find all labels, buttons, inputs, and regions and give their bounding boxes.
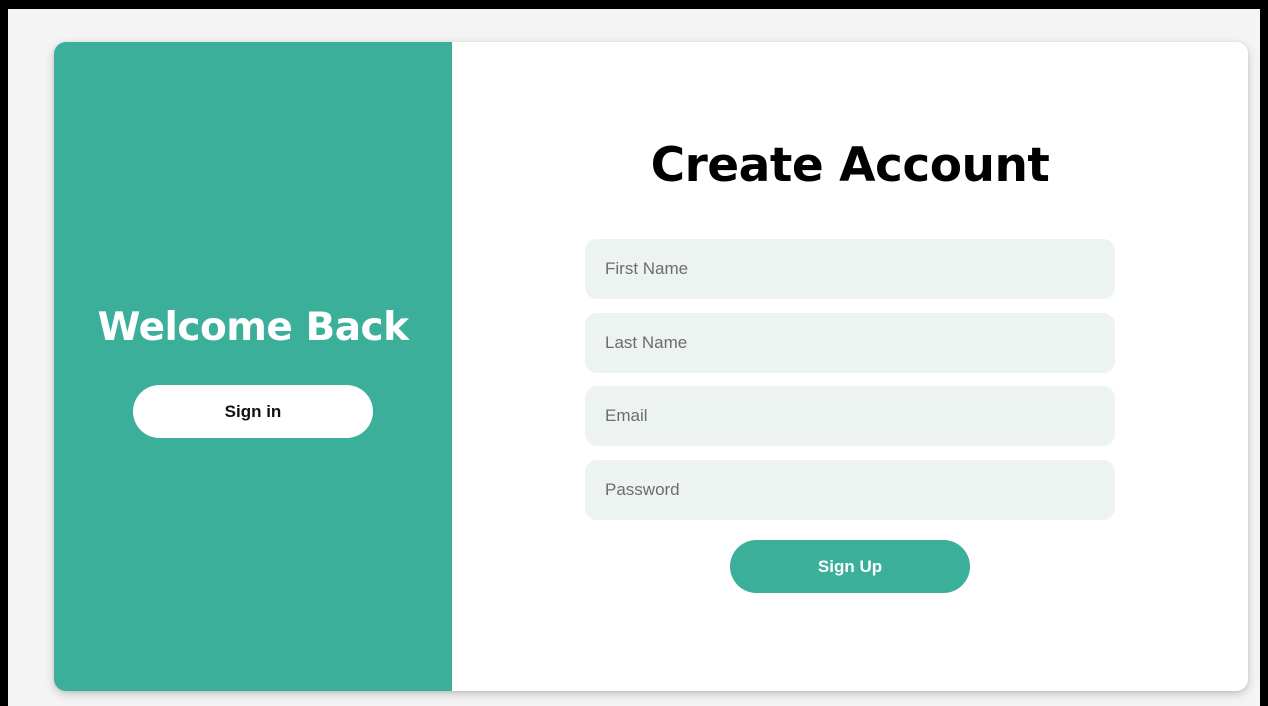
create-account-panel: Create Account Sign Up xyxy=(452,42,1248,691)
window-frame: Welcome Back Sign in Create Account Sign… xyxy=(0,0,1268,706)
password-input[interactable] xyxy=(585,460,1115,520)
first-name-input[interactable] xyxy=(585,239,1115,299)
email-input[interactable] xyxy=(585,386,1115,446)
welcome-title: Welcome Back xyxy=(97,305,409,350)
sign-up-button[interactable]: Sign Up xyxy=(730,540,970,593)
create-account-title: Create Account xyxy=(650,138,1050,193)
sign-in-button[interactable]: Sign in xyxy=(133,385,373,438)
last-name-input[interactable] xyxy=(585,313,1115,373)
welcome-panel: Welcome Back Sign in xyxy=(54,42,452,691)
auth-card: Welcome Back Sign in Create Account Sign… xyxy=(54,42,1248,691)
